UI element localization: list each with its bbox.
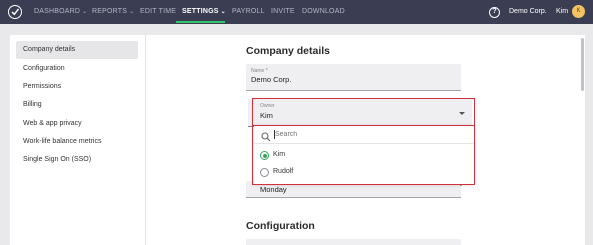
sidebar-item-label: Configuration	[23, 65, 65, 72]
nav-edit-time-label: EDIT TIME	[140, 8, 177, 15]
nav-invite-label: INVITE	[271, 8, 295, 15]
nav-reports-label: REPORTS	[92, 8, 128, 15]
radio-unchecked-icon[interactable]	[260, 168, 269, 177]
nav-download[interactable]: DOWNLOAD	[302, 0, 345, 24]
sidebar-item-label: Work-life balance metrics	[23, 138, 102, 145]
nav-edit-time[interactable]: EDIT TIME	[140, 0, 176, 24]
owner-dropdown: Kim Rudolf	[254, 125, 474, 184]
nav-dashboard-label: DASHBOARD	[34, 8, 81, 15]
sidebar-item-label: Permissions	[23, 83, 62, 90]
nav-download-label: DOWNLOAD	[302, 8, 345, 15]
chevron-down-icon: ⌄	[220, 9, 226, 15]
section-title-company-details: Company details	[246, 45, 331, 57]
configuration-field[interactable]	[246, 239, 461, 245]
sidebar-item-billing[interactable]: Billing	[16, 96, 138, 114]
caret-down-icon	[459, 112, 465, 115]
owner-option-rudolf[interactable]: Rudolf	[254, 164, 474, 181]
owner-option-label: Rudolf	[273, 168, 294, 175]
logo-icon[interactable]	[8, 5, 22, 19]
nav-active-indicator	[176, 21, 225, 23]
section-title-configuration: Configuration	[246, 220, 315, 232]
dropdown-search	[254, 125, 474, 144]
top-nav: DASHBOARD ⌄ REPORTS ⌄ EDIT TIME SETTINGS ⌄ …	[0, 0, 593, 24]
owner-option-label: Kim	[273, 151, 286, 158]
nav-settings-label: SETTINGS	[182, 8, 219, 15]
sidebar-item-configuration[interactable]: Configuration	[16, 60, 138, 78]
owner-option-kim[interactable]: Kim	[254, 147, 474, 164]
owner-select[interactable]: Owner Kim	[248, 99, 472, 127]
sidebar-item-work-life-balance[interactable]: Work-life balance metrics	[16, 133, 138, 151]
sidebar-divider	[145, 35, 146, 245]
week-start-value: Monday	[260, 185, 287, 194]
user-name[interactable]: Kim	[556, 0, 568, 24]
company-name-field[interactable]: Name * Demo Corp.	[246, 64, 461, 91]
nav-reports[interactable]: REPORTS ⌄	[92, 0, 134, 24]
avatar[interactable]: K	[572, 5, 585, 18]
company-name-value: Demo Corp.	[251, 75, 292, 84]
sidebar-item-label: Company details	[23, 46, 76, 53]
question-circle-icon[interactable]: ?	[489, 7, 500, 18]
nav-dashboard[interactable]: DASHBOARD ⌄	[34, 0, 87, 24]
scrollbar[interactable]	[581, 38, 584, 91]
nav-payroll-label: PAYROLL	[232, 8, 265, 15]
chevron-down-icon: ⌄	[129, 9, 135, 15]
sidebar-item-sso[interactable]: Single Sign On (SSO)	[16, 151, 138, 169]
radio-checked-icon[interactable]	[260, 151, 269, 160]
nav-payroll[interactable]: PAYROLL	[232, 0, 265, 24]
sidebar-item-label: Single Sign On (SSO)	[23, 156, 92, 163]
owner-label: Owner	[260, 103, 275, 109]
sidebar-item-label: Web & app privacy	[23, 120, 82, 127]
sidebar-item-company-details[interactable]: Company details	[16, 41, 138, 59]
owner-value: Kim	[260, 111, 273, 120]
sidebar-item-label: Billing	[23, 101, 42, 108]
search-icon	[261, 129, 271, 147]
nav-invite[interactable]: INVITE	[271, 0, 295, 24]
sidebar-item-permissions[interactable]: Permissions	[16, 78, 138, 96]
focus-highlight-divider	[252, 125, 475, 126]
company-name-label: Name *	[251, 68, 268, 74]
owner-search-input[interactable]	[275, 128, 465, 141]
company-switcher[interactable]: Demo Corp.	[509, 0, 547, 24]
sidebar-item-web-app-privacy[interactable]: Web & app privacy	[16, 115, 138, 133]
chevron-down-icon: ⌄	[82, 9, 88, 15]
